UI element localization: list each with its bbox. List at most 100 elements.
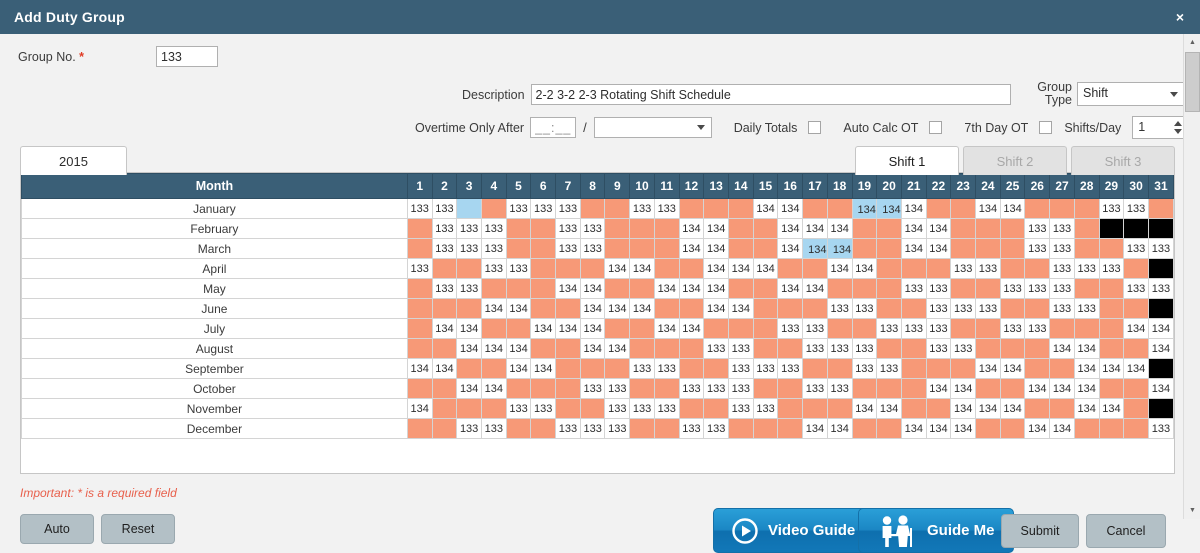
duty-cell-may-6[interactable] <box>530 278 557 299</box>
tab-shift-3[interactable]: Shift 3 <box>1071 146 1175 175</box>
guide-me-button[interactable]: Guide Me <box>858 508 1014 553</box>
duty-cell-january-21[interactable]: 134 <box>900 198 927 219</box>
duty-cell-june-22[interactable]: 133 <box>925 298 952 319</box>
duty-cell-may-15[interactable] <box>752 278 779 299</box>
duty-cell-january-28[interactable] <box>1073 198 1100 219</box>
duty-cell-november-23[interactable]: 134 <box>950 398 977 419</box>
duty-cell-september-26[interactable] <box>1024 358 1051 379</box>
duty-cell-may-26[interactable]: 133 <box>1024 278 1051 299</box>
duty-cell-march-6[interactable] <box>530 238 557 259</box>
duty-cell-march-28[interactable] <box>1073 238 1100 259</box>
duty-cell-march-31[interactable]: 133 <box>1147 238 1175 259</box>
cancel-button[interactable]: Cancel <box>1086 514 1166 548</box>
duty-cell-june-2[interactable] <box>431 298 458 319</box>
duty-cell-september-28[interactable]: 134 <box>1073 358 1100 379</box>
duty-cell-august-4[interactable]: 134 <box>480 338 507 359</box>
duty-cell-april-20[interactable] <box>876 258 902 279</box>
duty-cell-january-24[interactable]: 134 <box>975 198 1001 219</box>
duty-cell-april-29[interactable]: 133 <box>1098 258 1125 279</box>
duty-cell-august-24[interactable] <box>975 338 1001 359</box>
duty-cell-april-1[interactable]: 133 <box>406 258 433 279</box>
tab-shift-2[interactable]: Shift 2 <box>963 146 1067 175</box>
duty-cell-november-29[interactable]: 134 <box>1098 398 1125 419</box>
duty-cell-july-15[interactable] <box>752 318 779 339</box>
duty-cell-august-26[interactable] <box>1024 338 1051 359</box>
duty-cell-december-16[interactable] <box>777 418 804 439</box>
duty-cell-june-30[interactable] <box>1123 298 1149 319</box>
duty-cell-january-12[interactable] <box>678 198 705 219</box>
duty-cell-october-28[interactable]: 134 <box>1073 378 1100 399</box>
duty-cell-may-7[interactable]: 134 <box>555 278 581 299</box>
duty-cell-january-19[interactable]: 134 <box>851 198 878 219</box>
duty-cell-may-29[interactable] <box>1098 278 1125 299</box>
duty-cell-january-1[interactable]: 133 <box>406 198 433 219</box>
duty-cell-october-16[interactable] <box>777 378 804 399</box>
duty-cell-november-20[interactable]: 134 <box>876 398 902 419</box>
duty-cell-december-11[interactable] <box>653 418 680 439</box>
duty-cell-may-9[interactable] <box>604 278 631 299</box>
duty-cell-april-28[interactable]: 133 <box>1073 258 1100 279</box>
duty-cell-august-9[interactable]: 134 <box>604 338 631 359</box>
duty-cell-june-21[interactable] <box>900 298 927 319</box>
duty-cell-april-3[interactable] <box>456 258 482 279</box>
seventh-day-ot-checkbox[interactable] <box>1039 121 1053 134</box>
duty-cell-march-10[interactable] <box>629 238 655 259</box>
duty-cell-october-26[interactable]: 134 <box>1024 378 1051 399</box>
duty-cell-may-2[interactable]: 133 <box>431 278 458 299</box>
duty-cell-august-15[interactable] <box>752 338 779 359</box>
duty-cell-march-26[interactable]: 133 <box>1024 238 1051 259</box>
tab-shift-1[interactable]: Shift 1 <box>855 146 959 175</box>
duty-cell-november-4[interactable] <box>480 398 507 419</box>
duty-cell-june-29[interactable] <box>1098 298 1125 319</box>
duty-cell-june-16[interactable] <box>777 298 804 319</box>
duty-cell-january-13[interactable] <box>703 198 729 219</box>
duty-cell-february-15[interactable] <box>752 218 779 239</box>
duty-cell-september-7[interactable] <box>555 358 581 379</box>
duty-cell-september-16[interactable]: 133 <box>777 358 804 379</box>
duty-cell-december-22[interactable]: 134 <box>925 418 952 439</box>
duty-cell-june-27[interactable]: 133 <box>1049 298 1075 319</box>
duty-cell-july-26[interactable]: 133 <box>1024 318 1051 339</box>
duty-cell-august-16[interactable] <box>777 338 804 359</box>
duty-cell-november-19[interactable]: 134 <box>851 398 878 419</box>
duty-cell-april-14[interactable]: 134 <box>728 258 754 279</box>
duty-cell-november-30[interactable] <box>1123 398 1149 419</box>
duty-cell-november-3[interactable] <box>456 398 482 419</box>
duty-cell-august-11[interactable] <box>653 338 680 359</box>
scrollbar-thumb[interactable] <box>1185 52 1200 112</box>
duty-cell-december-30[interactable] <box>1123 418 1149 439</box>
duty-cell-april-22[interactable] <box>925 258 952 279</box>
duty-cell-may-22[interactable]: 133 <box>925 278 952 299</box>
duty-cell-january-22[interactable] <box>925 198 952 219</box>
duty-cell-september-25[interactable]: 134 <box>999 358 1026 379</box>
duty-cell-april-12[interactable] <box>678 258 705 279</box>
duty-cell-december-12[interactable]: 133 <box>678 418 705 439</box>
duty-cell-september-3[interactable] <box>456 358 482 379</box>
duty-cell-november-13[interactable] <box>703 398 729 419</box>
duty-cell-april-26[interactable] <box>1024 258 1051 279</box>
duty-cell-december-23[interactable]: 134 <box>950 418 977 439</box>
duty-cell-july-17[interactable]: 133 <box>802 318 828 339</box>
duty-cell-august-5[interactable]: 134 <box>505 338 532 359</box>
duty-cell-april-30[interactable] <box>1123 258 1149 279</box>
duty-cell-april-13[interactable]: 134 <box>703 258 729 279</box>
duty-cell-march-23[interactable] <box>950 238 977 259</box>
duty-cell-june-5[interactable]: 134 <box>505 298 532 319</box>
duty-cell-november-8[interactable] <box>579 398 606 419</box>
duty-cell-august-8[interactable]: 134 <box>579 338 606 359</box>
duty-cell-november-25[interactable]: 134 <box>999 398 1026 419</box>
duty-cell-november-16[interactable] <box>777 398 804 419</box>
duty-cell-october-9[interactable]: 133 <box>604 378 631 399</box>
duty-cell-march-2[interactable]: 133 <box>431 238 458 259</box>
duty-cell-august-6[interactable] <box>530 338 557 359</box>
duty-cell-june-23[interactable]: 133 <box>950 298 977 319</box>
duty-cell-january-7[interactable]: 133 <box>555 198 581 219</box>
duty-cell-november-24[interactable]: 134 <box>975 398 1001 419</box>
duty-cell-july-9[interactable] <box>604 318 631 339</box>
duty-cell-december-24[interactable] <box>975 418 1001 439</box>
duty-cell-march-20[interactable] <box>876 238 902 259</box>
duty-cell-february-9[interactable] <box>604 218 631 239</box>
duty-cell-october-1[interactable] <box>406 378 433 399</box>
duty-cell-december-29[interactable] <box>1098 418 1125 439</box>
duty-cell-may-20[interactable] <box>876 278 902 299</box>
